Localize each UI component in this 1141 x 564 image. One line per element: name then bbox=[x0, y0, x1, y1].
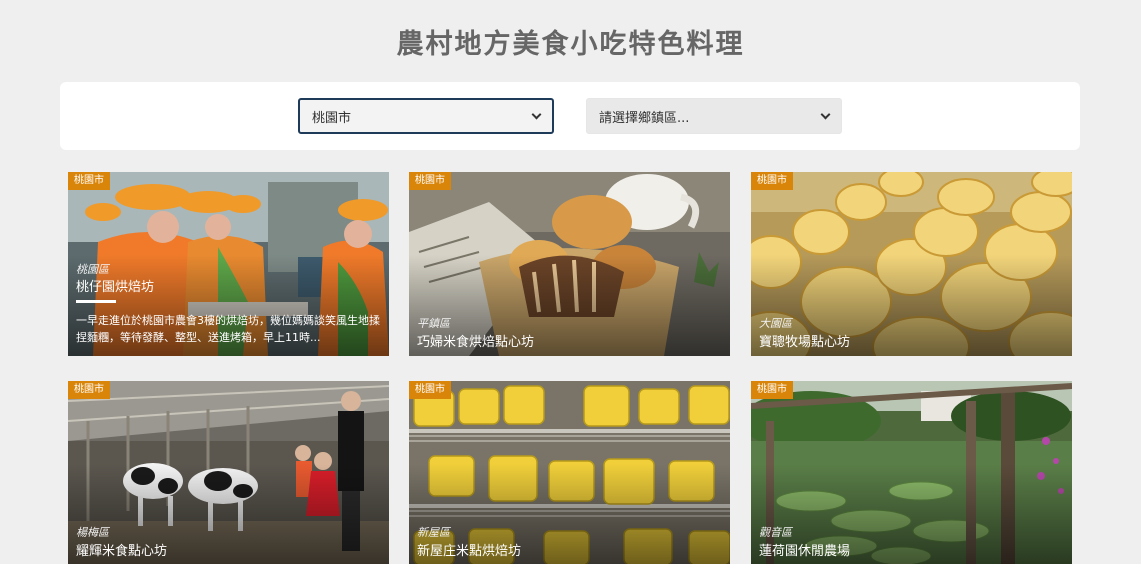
shop-card[interactable]: 桃園市 新屋區 新屋庄米點烘焙坊 bbox=[409, 381, 730, 564]
card-district: 大園區 bbox=[759, 317, 792, 330]
city-select[interactable]: 桃園市 bbox=[298, 98, 554, 134]
shop-card[interactable]: 桃園市 平鎮區 巧婦米食烘焙點心坊 bbox=[409, 172, 730, 356]
card-shade bbox=[409, 172, 730, 356]
city-badge: 桃園市 bbox=[409, 172, 451, 190]
page-title: 農村地方美食小吃特色料理 bbox=[396, 29, 745, 60]
city-badge: 桃園市 bbox=[68, 381, 110, 399]
chevron-down-icon bbox=[531, 109, 542, 119]
card-shade bbox=[751, 381, 1072, 564]
city-badge: 桃園市 bbox=[409, 381, 451, 399]
card-district: 平鎮區 bbox=[417, 317, 450, 330]
card-description: 一早走進位於桃園市農會3樓的烘焙坊，幾位媽媽談笑風生地揉捏麵糰，等待發酵、整型、… bbox=[76, 314, 380, 344]
card-title: 耀輝米食點心坊 bbox=[76, 544, 168, 559]
chevron-down-icon bbox=[820, 109, 831, 119]
town-select-placeholder: 請選擇鄉鎮區... bbox=[599, 110, 690, 126]
city-badge: 桃園市 bbox=[751, 381, 793, 399]
card-title: 桃仔園烘焙坊 bbox=[76, 280, 155, 295]
city-badge: 桃園市 bbox=[68, 172, 110, 190]
shop-card[interactable]: 桃園市 桃園區 桃仔園烘焙坊 一早走進位於桃園市農會3樓的烘焙坊，幾位媽媽談笑風… bbox=[68, 172, 389, 356]
card-title: 蓮荷園休閒農場 bbox=[759, 544, 851, 559]
card-district: 桃園區 bbox=[76, 263, 109, 276]
card-title: 新屋庄米點烘焙坊 bbox=[417, 544, 522, 559]
city-select-value: 桃園市 bbox=[312, 110, 352, 126]
card-shade bbox=[751, 172, 1072, 356]
city-badge: 桃園市 bbox=[751, 172, 793, 190]
card-district: 觀音區 bbox=[759, 526, 792, 539]
card-title: 巧婦米食烘焙點心坊 bbox=[417, 335, 535, 350]
shop-card[interactable]: 桃園市 觀音區 蓮荷園休閒農場 bbox=[751, 381, 1072, 564]
card-district: 楊梅區 bbox=[76, 526, 109, 539]
card-shade bbox=[68, 381, 389, 564]
filter-bar: 桃園市 請選擇鄉鎮區... bbox=[60, 82, 1080, 150]
shop-card[interactable]: 桃園市 楊梅區 耀輝米食點心坊 bbox=[68, 381, 389, 564]
shop-card[interactable]: 桃園市 大園區 寶聰牧場點心坊 bbox=[751, 172, 1072, 356]
card-title: 寶聰牧場點心坊 bbox=[759, 335, 851, 350]
card-shade bbox=[409, 381, 730, 564]
title-divider bbox=[76, 300, 116, 303]
card-district: 新屋區 bbox=[417, 526, 450, 539]
town-select[interactable]: 請選擇鄉鎮區... bbox=[586, 98, 842, 134]
